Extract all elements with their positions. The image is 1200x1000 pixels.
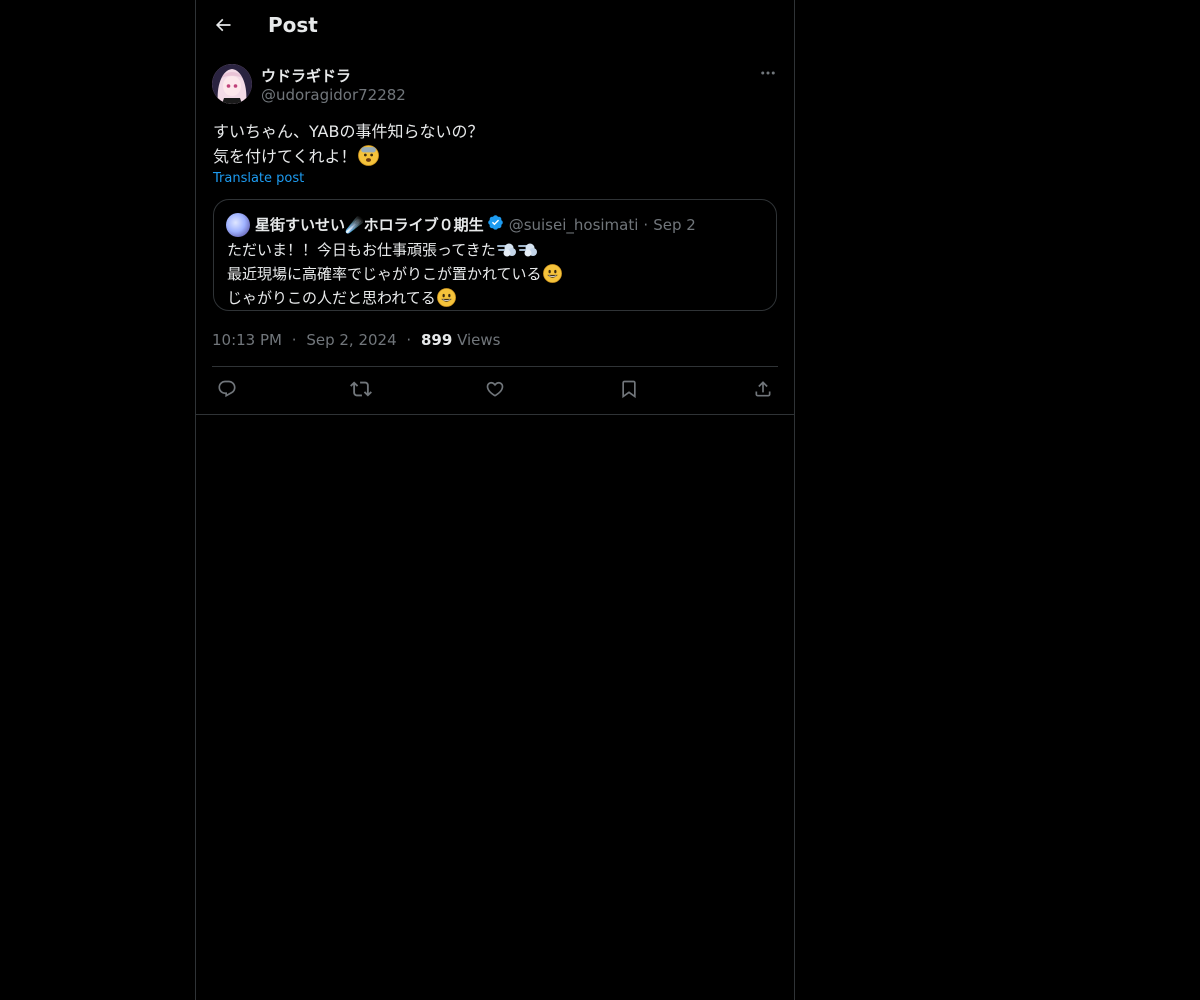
separator-dot: · (291, 331, 297, 349)
grinning-face-emoji-icon (436, 288, 456, 312)
repost-icon (350, 378, 372, 404)
separator-dot: · (406, 331, 412, 349)
quoted-text: ただいま！！今日もお仕事頑張ってきた 最近現場に高確率でじゃがりこが置かれている… (227, 240, 562, 312)
post-text-content: 気を付けてくれよ！ (213, 147, 357, 166)
share-icon (753, 379, 773, 403)
reply-icon (217, 379, 237, 403)
separator-dot: · (643, 215, 649, 234)
back-button[interactable] (208, 12, 238, 42)
dash-emoji-icon (496, 241, 517, 264)
author-name[interactable]: ウドラギドラ (261, 65, 351, 86)
post-time[interactable]: 10:13 PM (212, 331, 282, 349)
action-bar (212, 367, 778, 414)
views-label: Views (457, 331, 501, 349)
post-text: すいちゃん、YABの事件知らないの？ 気を付けてくれよ！ (213, 119, 773, 173)
quoted-text-content: ただいま！！今日もお仕事頑張ってきた (227, 241, 496, 259)
divider (196, 414, 794, 415)
page-title: Post (268, 13, 318, 37)
translate-post-link[interactable]: Translate post (213, 171, 304, 186)
bookmark-button[interactable] (614, 376, 644, 406)
quoted-text-content: じゃがりこの人だと思われてる (227, 289, 436, 307)
share-button[interactable] (748, 376, 778, 406)
verified-badge-icon (487, 214, 504, 235)
author-handle[interactable]: @udoragidor72282 (261, 86, 406, 104)
views-count: 899 (420, 331, 453, 349)
grinning-face-emoji-icon (542, 264, 562, 288)
bookmark-icon (619, 379, 639, 403)
main-column: Post ウドラギドラ @udoragidor72282 すいちゃん、YABの事… (195, 0, 795, 1000)
quoted-text-line: ただいま！！今日もお仕事頑張ってきた (227, 240, 562, 264)
page-header: Post (196, 0, 794, 53)
post-text-line: すいちゃん、YABの事件知らないの？ (213, 122, 484, 141)
quoted-header: 星街すいせい☄️ホロライブ０期生 @suisei_hosimati · Sep … (255, 214, 696, 235)
post-text-line: 気を付けてくれよ！ (213, 144, 773, 173)
avatar[interactable] (212, 64, 252, 104)
quoted-avatar (226, 213, 250, 237)
like-button[interactable] (480, 376, 510, 406)
heart-icon (485, 379, 505, 403)
post-date[interactable]: Sep 2, 2024 (306, 331, 396, 349)
quoted-text-content: 最近現場に高確率でじゃがりこが置かれている (227, 265, 542, 283)
more-options-button[interactable] (756, 64, 780, 86)
quoted-author-handle: @suisei_hosimati (508, 215, 639, 234)
quoted-post[interactable]: 星街すいせい☄️ホロライブ０期生 @suisei_hosimati · Sep … (213, 199, 777, 311)
quoted-author-name: 星街すいせい☄️ホロライブ０期生 (255, 216, 484, 234)
more-icon (759, 64, 777, 86)
quoted-text-line: じゃがりこの人だと思われてる (227, 288, 562, 312)
post-metadata: 10:13 PM · Sep 2, 2024 · 899 Views (212, 331, 500, 349)
reply-button[interactable] (212, 376, 242, 406)
arrow-left-icon (213, 15, 233, 39)
quoted-text-line: 最近現場に高確率でじゃがりこが置かれている (227, 264, 562, 288)
quoted-date: Sep 2 (653, 215, 696, 234)
dash-emoji-icon (517, 241, 538, 264)
repost-button[interactable] (346, 376, 376, 406)
anxious-face-emoji-icon (357, 145, 379, 173)
